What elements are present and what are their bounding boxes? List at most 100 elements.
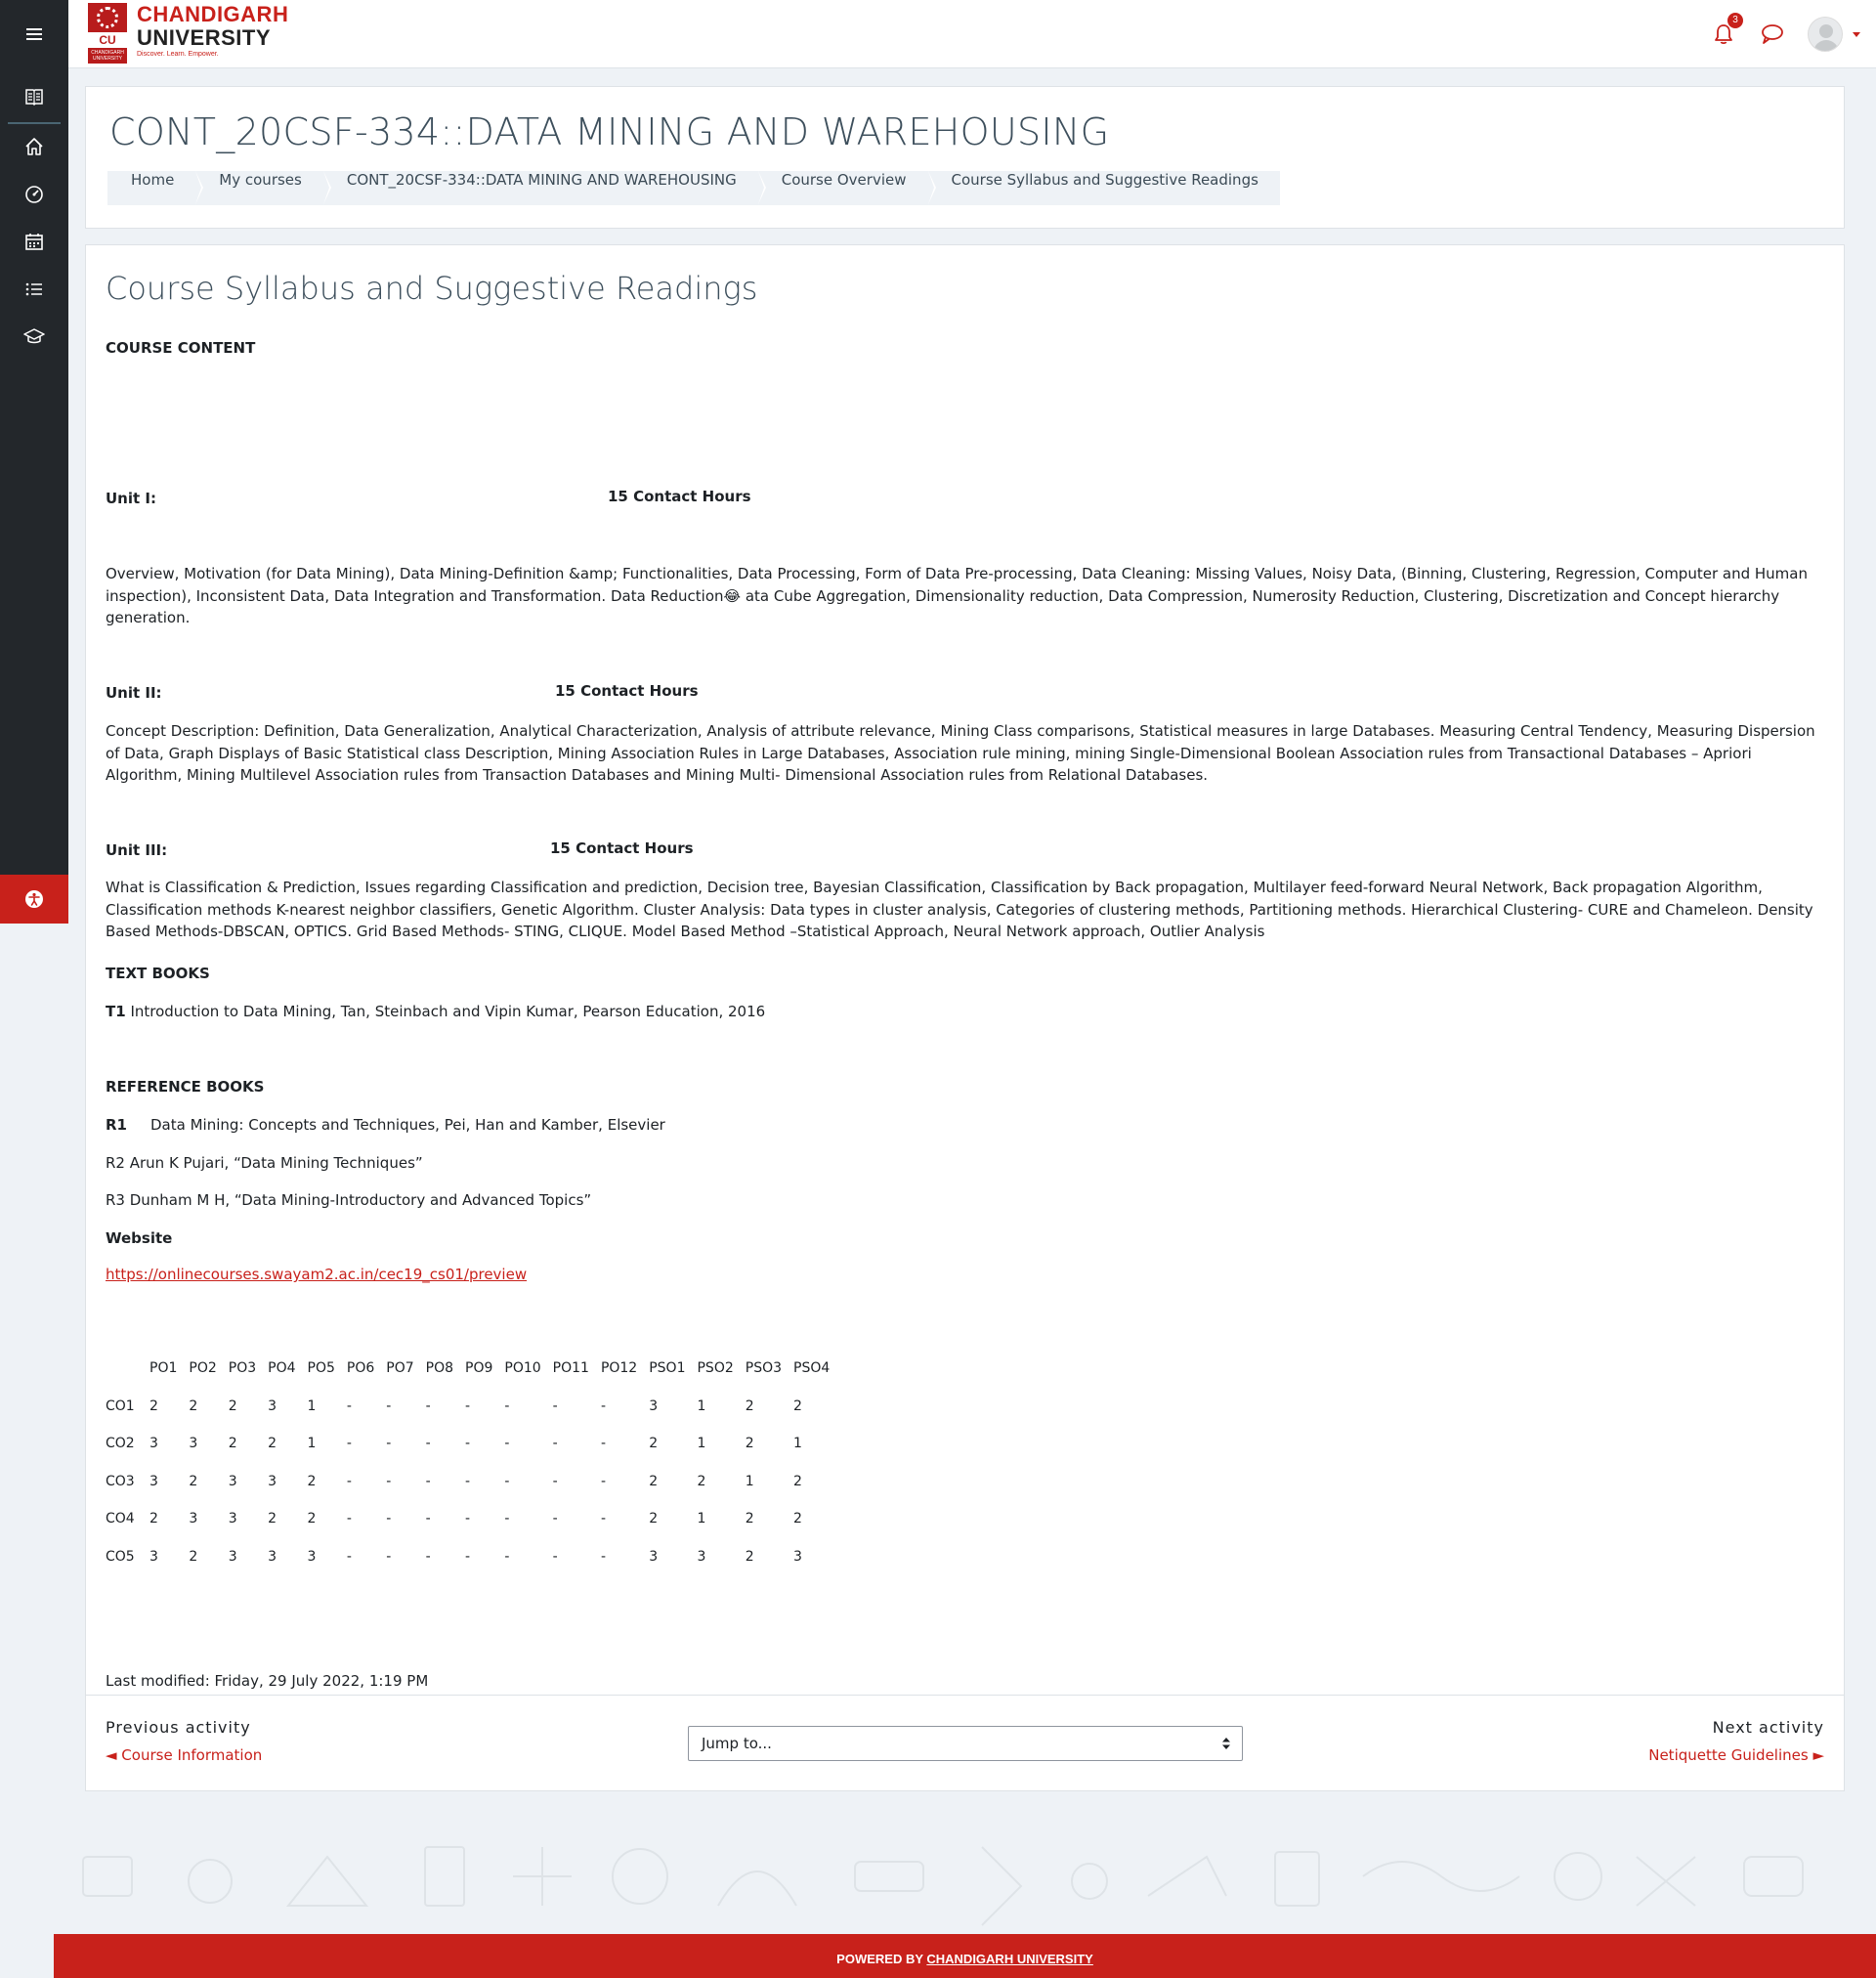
table-cell: 3 — [649, 1398, 659, 1414]
table-cell: 3 — [268, 1473, 277, 1489]
previous-activity-link[interactable]: ◄ Course Information — [106, 1746, 262, 1764]
dashboard-gauge-icon[interactable] — [0, 171, 68, 218]
divider — [86, 1695, 1844, 1696]
table-header-cell: PO8 — [425, 1360, 453, 1377]
table-header-cell: PO1 — [149, 1360, 178, 1377]
table-cell: - — [600, 1436, 606, 1452]
course-content-heading: COURSE CONTENT — [106, 339, 256, 357]
reference-books-heading: REFERENCE BOOKS — [106, 1078, 265, 1096]
unit-3-label: Unit III: — [106, 841, 168, 859]
table-cell: 1 — [745, 1473, 754, 1489]
table-cell: 2 — [228, 1436, 237, 1452]
table-cell: - — [425, 1436, 431, 1452]
next-activity-link[interactable]: Netiquette Guidelines ► — [1648, 1746, 1824, 1764]
table-header-cell: PSO3 — [745, 1360, 783, 1377]
user-avatar[interactable] — [1808, 17, 1843, 52]
accessibility-icon[interactable] — [0, 875, 68, 924]
table-row: CO3 3 2 3 3 2 - - - - - - - 2 2 1 2 — [106, 1463, 841, 1501]
university-logo[interactable]: CU CHANDIGARH UNIVERSITY CHANDIGARH UNIV… — [88, 3, 288, 65]
table-row-label: CO3 — [106, 1473, 135, 1489]
table-row-label: CO5 — [106, 1548, 135, 1565]
home-icon[interactable] — [0, 123, 68, 170]
text-book-t1: T1 Introduction to Data Mining, Tan, Ste… — [106, 1001, 765, 1023]
table-row: CO2 3 3 2 2 1 - - - - - - - 2 1 2 1 — [106, 1425, 841, 1463]
table-cell: - — [552, 1398, 558, 1414]
table-cell: - — [465, 1436, 471, 1452]
table-cell: 1 — [793, 1436, 802, 1452]
table-cell: - — [552, 1511, 558, 1527]
table-header-cell: PSO4 — [793, 1360, 831, 1377]
table-cell: 2 — [268, 1436, 277, 1452]
table-header-cell: PO4 — [268, 1360, 296, 1377]
table-cell: 1 — [307, 1436, 317, 1452]
table-header-cell: PO10 — [504, 1360, 541, 1377]
table-cell: 2 — [793, 1473, 802, 1489]
table-cell: - — [346, 1473, 352, 1489]
jump-to-select[interactable]: Jump to... — [688, 1726, 1243, 1761]
table-cell: 1 — [697, 1511, 706, 1527]
breadcrumb-course-overview[interactable]: Course Overview — [758, 171, 936, 205]
table-header-cell: PO7 — [386, 1360, 414, 1377]
table-cell: 2 — [793, 1398, 802, 1414]
table-cell: 2 — [745, 1548, 754, 1565]
table-cell: - — [425, 1511, 431, 1527]
table-cell: 3 — [228, 1548, 237, 1565]
list-icon[interactable] — [0, 266, 68, 313]
table-cell: - — [346, 1511, 352, 1527]
swayam-course-link[interactable]: https://onlinecourses.swayam2.ac.in/cec1… — [106, 1266, 527, 1283]
footer-university-link[interactable]: CHANDIGARH UNIVERSITY — [926, 1952, 1092, 1966]
breadcrumb-course[interactable]: CONT_20CSF-334::DATA MINING AND WAREHOUS… — [323, 171, 766, 205]
bell-icon[interactable]: 3 — [1710, 13, 1743, 48]
table-cell: 1 — [307, 1398, 317, 1414]
table-cell: 2 — [149, 1511, 158, 1527]
table-row-label: CO4 — [106, 1511, 135, 1527]
table-cell: 2 — [745, 1511, 754, 1527]
reference-r2: R2 Arun K Pujari, “Data Mining Technique… — [106, 1154, 423, 1172]
table-cell: - — [425, 1398, 431, 1414]
caret-down-icon[interactable] — [1853, 31, 1860, 37]
table-cell: - — [465, 1398, 471, 1414]
table-cell: - — [600, 1548, 606, 1565]
reference-r1-text: Data Mining: Concepts and Techniques, Pe… — [150, 1116, 665, 1134]
table-cell: - — [504, 1398, 510, 1414]
table-header-cell: PSO1 — [649, 1360, 686, 1377]
table-cell: 2 — [268, 1511, 277, 1527]
chat-bubble-icon[interactable] — [1759, 21, 1786, 48]
top-navbar: CU CHANDIGARH UNIVERSITY CHANDIGARH UNIV… — [0, 0, 1876, 68]
table-cell: 2 — [307, 1473, 317, 1489]
footer-powered-by: POWERED BY CHANDIGARH UNIVERSITY — [54, 1952, 1876, 1966]
table-cell: 3 — [228, 1511, 237, 1527]
reference-r3: R3 Dunham M H, “Data Mining-Introductory… — [106, 1191, 592, 1209]
table-cell: 2 — [189, 1548, 198, 1565]
table-cell: - — [346, 1548, 352, 1565]
graduation-cap-icon[interactable] — [0, 313, 68, 360]
table-cell: 3 — [228, 1473, 237, 1489]
text-books-heading: TEXT BOOKS — [106, 965, 210, 982]
table-row: CO5 3 2 3 3 3 - - - - - - - 3 3 2 3 — [106, 1538, 841, 1576]
table-cell: - — [600, 1398, 606, 1414]
table-header-cell: PSO2 — [697, 1360, 734, 1377]
table-cell: - — [425, 1548, 431, 1565]
footer-doodle-pattern — [82, 1846, 1804, 1926]
breadcrumb-my-courses[interactable]: My courses — [195, 171, 331, 205]
table-cell: - — [504, 1436, 510, 1452]
table-cell: 1 — [697, 1398, 706, 1414]
logo-line-1: CHANDIGARH — [137, 2, 289, 26]
table-cell: - — [386, 1473, 392, 1489]
table-header-cell: PO9 — [465, 1360, 493, 1377]
table-header-cell: PO11 — [552, 1360, 589, 1377]
table-cell: 3 — [149, 1548, 158, 1565]
notification-count-badge: 3 — [1727, 13, 1743, 28]
table-cell: 3 — [189, 1511, 198, 1527]
table-header-cell: PO6 — [346, 1360, 375, 1377]
breadcrumb-current-page[interactable]: Course Syllabus and Suggestive Readings — [928, 171, 1280, 205]
table-cell: 3 — [307, 1548, 317, 1565]
menu-icon[interactable] — [0, 0, 68, 68]
book-icon[interactable] — [0, 73, 68, 120]
jump-to-placeholder: Jump to... — [702, 1735, 772, 1752]
table-cell: - — [552, 1436, 558, 1452]
reference-r1: R1 Data Mining: Concepts and Techniques, … — [106, 1114, 665, 1137]
calendar-icon[interactable] — [0, 218, 68, 265]
table-cell: - — [552, 1548, 558, 1565]
breadcrumb-home[interactable]: Home — [107, 171, 204, 205]
